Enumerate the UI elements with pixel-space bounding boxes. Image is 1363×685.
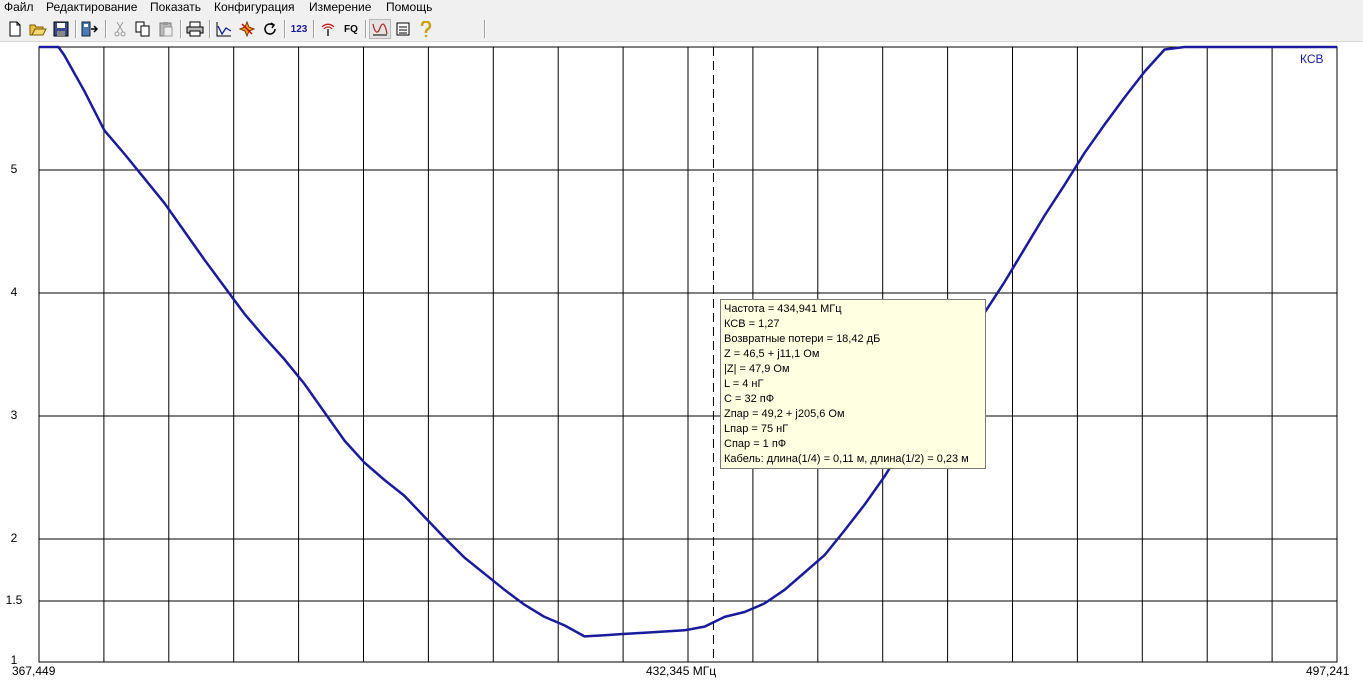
new-file-icon[interactable] bbox=[4, 19, 26, 39]
marker-tooltip: Частота = 434,941 МГц КСВ = 1,27 Возврат… bbox=[720, 299, 986, 469]
paste-icon[interactable] bbox=[155, 19, 177, 39]
y-tick-label: 4 bbox=[10, 285, 18, 299]
y-tick-label: 3 bbox=[10, 408, 18, 422]
cut-icon[interactable] bbox=[109, 19, 131, 39]
tooltip-parallel-l: Lпар = 75 нГ bbox=[724, 423, 789, 435]
swr-chart-icon[interactable] bbox=[369, 19, 391, 39]
y-tick-label: 1.5 bbox=[5, 593, 23, 607]
menu-measurement[interactable]: Измерение bbox=[309, 0, 371, 16]
y-tick-label: 5 bbox=[10, 162, 18, 176]
menu-help[interactable]: Помощь bbox=[386, 0, 432, 16]
y-tick-label: 2 bbox=[10, 531, 18, 545]
save-icon[interactable] bbox=[50, 19, 72, 39]
tooltip-return-loss: Возвратные потери = 18,42 дБ bbox=[724, 333, 881, 345]
list-icon[interactable] bbox=[392, 19, 414, 39]
x-end-label: 497,241 bbox=[1306, 664, 1350, 678]
tooltip-inductance: L = 4 нГ bbox=[724, 378, 764, 390]
tooltip-parallel-c: Спар = 1 пФ bbox=[724, 438, 787, 450]
plot-grid bbox=[39, 47, 1337, 662]
menu-edit[interactable]: Редактирование bbox=[46, 0, 137, 16]
menu-bar: Файл Редактирование Показать Конфигураци… bbox=[0, 0, 1363, 16]
tooltip-frequency: Частота = 434,941 МГц bbox=[724, 303, 842, 315]
swr-plot[interactable] bbox=[0, 42, 1363, 685]
menu-file[interactable]: Файл bbox=[4, 0, 34, 16]
tooltip-impedance-mag: |Z| = 47,9 Ом bbox=[724, 363, 790, 375]
toolbar: 123 FQ bbox=[0, 16, 1363, 42]
tooltip-impedance: Z = 46,5 + j11,1 Ом bbox=[724, 348, 820, 360]
tooltip-cable-length: Кабель: длина(1/4) = 0,11 м, длина(1/2) … bbox=[724, 453, 969, 465]
refresh-icon[interactable] bbox=[259, 19, 281, 39]
graph-icon[interactable] bbox=[213, 19, 235, 39]
open-folder-icon[interactable] bbox=[27, 19, 49, 39]
menu-configuration[interactable]: Конфигурация bbox=[214, 0, 295, 16]
numbers-icon[interactable]: 123 bbox=[288, 19, 310, 39]
copy-icon[interactable] bbox=[132, 19, 154, 39]
marker-icon[interactable] bbox=[236, 19, 258, 39]
series-label: КСВ bbox=[1300, 52, 1324, 66]
tooltip-parallel-z: Zпар = 49,2 + j205,6 Ом bbox=[724, 408, 845, 420]
fq-icon[interactable]: FQ bbox=[340, 19, 362, 39]
x-center-label: 432,345 МГц bbox=[646, 664, 717, 678]
antenna-icon[interactable] bbox=[317, 19, 339, 39]
tooltip-swr: КСВ = 1,27 bbox=[724, 318, 780, 330]
print-icon[interactable] bbox=[184, 19, 206, 39]
help-icon[interactable] bbox=[415, 19, 437, 39]
tooltip-capacitance: C = 32 пФ bbox=[724, 393, 775, 405]
menu-view[interactable]: Показать bbox=[150, 0, 201, 16]
x-start-label: 367,449 bbox=[12, 664, 56, 678]
export-icon[interactable] bbox=[79, 19, 101, 39]
